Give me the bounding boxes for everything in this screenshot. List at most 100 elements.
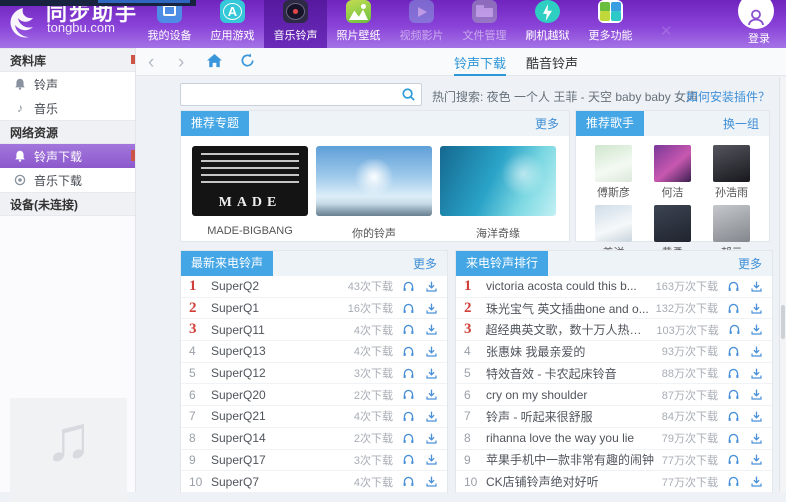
- download-icon[interactable]: [424, 410, 439, 423]
- list-item[interactable]: 2SuperQ116次下载: [181, 298, 447, 320]
- latest-more-link[interactable]: 更多: [413, 255, 447, 272]
- download-icon[interactable]: [749, 367, 764, 380]
- watermark-x: ✕: [660, 22, 673, 40]
- download-icon[interactable]: [424, 432, 439, 445]
- tab-kuyin-ringtone[interactable]: 酷音铃声: [526, 48, 578, 76]
- download-icon[interactable]: [424, 367, 439, 380]
- preview-icon[interactable]: [726, 475, 741, 488]
- download-icon[interactable]: [424, 388, 439, 401]
- nav-my-devices[interactable]: 我的设备: [138, 0, 201, 48]
- preview-icon[interactable]: [726, 345, 741, 358]
- list-item[interactable]: 4SuperQ134次下载: [181, 341, 447, 363]
- ringtone-name: SuperQ7: [211, 475, 265, 489]
- avatar[interactable]: [738, 0, 774, 29]
- singers-switch-link[interactable]: 换一组: [723, 115, 769, 132]
- list-item[interactable]: 6cry on my shoulder87万次下载: [456, 384, 772, 406]
- download-icon[interactable]: [749, 475, 764, 488]
- download-icon[interactable]: [424, 302, 439, 315]
- download-icon[interactable]: [424, 475, 439, 488]
- home-button[interactable]: [206, 48, 223, 76]
- list-item[interactable]: 3SuperQ114次下载: [181, 319, 447, 341]
- preview-icon[interactable]: [726, 410, 741, 423]
- preview-icon[interactable]: [401, 410, 416, 423]
- forward-button[interactable]: ›: [178, 48, 184, 76]
- preview-icon[interactable]: [726, 453, 741, 466]
- preview-icon[interactable]: [401, 432, 416, 445]
- preview-icon[interactable]: [726, 367, 741, 380]
- topic-made-bigbang[interactable]: MADE MADE-BIGBANG: [192, 146, 308, 241]
- download-count: 84万次下载: [662, 408, 718, 424]
- nav-flash-jailbreak[interactable]: 刷机越狱: [516, 0, 579, 48]
- topics-more-link[interactable]: 更多: [535, 115, 569, 132]
- preview-icon[interactable]: [401, 475, 416, 488]
- download-icon[interactable]: [749, 280, 764, 293]
- download-icon[interactable]: [749, 410, 764, 423]
- download-icon[interactable]: [424, 280, 439, 293]
- singer-item[interactable]: 傅斯彦: [584, 140, 643, 200]
- nav-videos[interactable]: 视频影片: [390, 0, 453, 48]
- download-icon[interactable]: [749, 323, 764, 336]
- preview-icon[interactable]: [401, 388, 416, 401]
- list-item[interactable]: 1SuperQ243次下载: [181, 276, 447, 298]
- ranking-more-link[interactable]: 更多: [738, 255, 772, 272]
- topic-your-ringtone[interactable]: 你的铃声: [316, 146, 432, 241]
- nav-file-manager[interactable]: 文件管理: [453, 0, 516, 48]
- preview-icon[interactable]: [726, 432, 741, 445]
- list-item[interactable]: 1victoria acosta could this b...163万次下载: [456, 276, 772, 298]
- download-icon[interactable]: [749, 432, 764, 445]
- list-item[interactable]: 7铃声 - 听起来很舒服84万次下载: [456, 406, 772, 428]
- preview-icon[interactable]: [727, 323, 742, 336]
- list-item[interactable]: 2珠光宝气 英文插曲one and o...132万次下载: [456, 298, 772, 320]
- preview-icon[interactable]: [726, 388, 741, 401]
- preview-icon[interactable]: [401, 367, 416, 380]
- back-button[interactable]: ‹: [148, 48, 154, 76]
- download-icon[interactable]: [424, 453, 439, 466]
- refresh-button[interactable]: [240, 48, 255, 76]
- scrollbar-thumb[interactable]: [781, 305, 785, 339]
- sidebar-item-ringtones[interactable]: 铃声: [0, 72, 135, 96]
- list-item[interactable]: 9苹果手机中一款非常有趣的闹钟77万次下载: [456, 450, 772, 472]
- preview-icon[interactable]: [401, 453, 416, 466]
- download-icon[interactable]: [749, 388, 764, 401]
- nav-music-ringtones[interactable]: 音乐铃声: [264, 0, 327, 48]
- sidebar-item-music-download[interactable]: 音乐下载: [0, 168, 135, 192]
- install-plugin-link[interactable]: 如何安装插件？: [686, 88, 770, 105]
- login-button[interactable]: 登录: [748, 30, 770, 46]
- download-icon[interactable]: [749, 302, 764, 315]
- nav-apps-games[interactable]: A 应用游戏: [201, 0, 264, 48]
- sidebar-item-music[interactable]: ♪ 音乐: [0, 96, 135, 120]
- list-item[interactable]: 10CK店铺铃声绝对好听77万次下载: [456, 471, 772, 493]
- tab-ringtone-download[interactable]: 铃声下载: [454, 48, 506, 76]
- preview-icon[interactable]: [401, 280, 416, 293]
- preview-icon[interactable]: [401, 323, 416, 336]
- download-icon[interactable]: [749, 453, 764, 466]
- list-item[interactable]: 7SuperQ214次下载: [181, 406, 447, 428]
- singer-item[interactable]: 何洁: [643, 140, 702, 200]
- download-icon[interactable]: [424, 345, 439, 358]
- list-item[interactable]: 6SuperQ202次下载: [181, 384, 447, 406]
- nav-photos-wallpaper[interactable]: 照片壁纸: [327, 0, 390, 48]
- preview-icon[interactable]: [401, 302, 416, 315]
- list-item[interactable]: 8rihanna love the way you lie79万次下载: [456, 428, 772, 450]
- list-item[interactable]: 10SuperQ74次下载: [181, 471, 447, 493]
- nav-more-features[interactable]: 更多功能: [579, 0, 642, 48]
- preview-icon[interactable]: [401, 345, 416, 358]
- download-icon[interactable]: [749, 345, 764, 358]
- singer-item[interactable]: 孙浩雨: [702, 140, 761, 200]
- list-item[interactable]: 5SuperQ123次下载: [181, 363, 447, 385]
- topic-moana[interactable]: 海洋奇缘: [440, 146, 556, 241]
- list-item[interactable]: 5特效音效 - 卡农起床铃音88万次下载: [456, 363, 772, 385]
- preview-icon[interactable]: [726, 280, 741, 293]
- list-item[interactable]: 9SuperQ173次下载: [181, 450, 447, 472]
- list-item[interactable]: 8SuperQ142次下载: [181, 428, 447, 450]
- search-input[interactable]: [187, 85, 395, 104]
- download-count: 4次下载: [354, 474, 393, 490]
- sidebar-item-ringtone-download[interactable]: 铃声下载: [0, 144, 135, 168]
- main-content: 热门搜索: 夜色 一个人 王菲 - 天空 baby baby 女声 如何安装插件…: [136, 77, 786, 492]
- vertical-scrollbar[interactable]: [779, 77, 786, 492]
- list-item[interactable]: 3超经典英文歌，数十万人热享 ...103万次下载: [456, 319, 772, 341]
- download-icon[interactable]: [424, 323, 439, 336]
- preview-icon[interactable]: [726, 302, 741, 315]
- search-icon[interactable]: [401, 87, 416, 105]
- list-item[interactable]: 4张惠妹 我最亲爱的93万次下载: [456, 341, 772, 363]
